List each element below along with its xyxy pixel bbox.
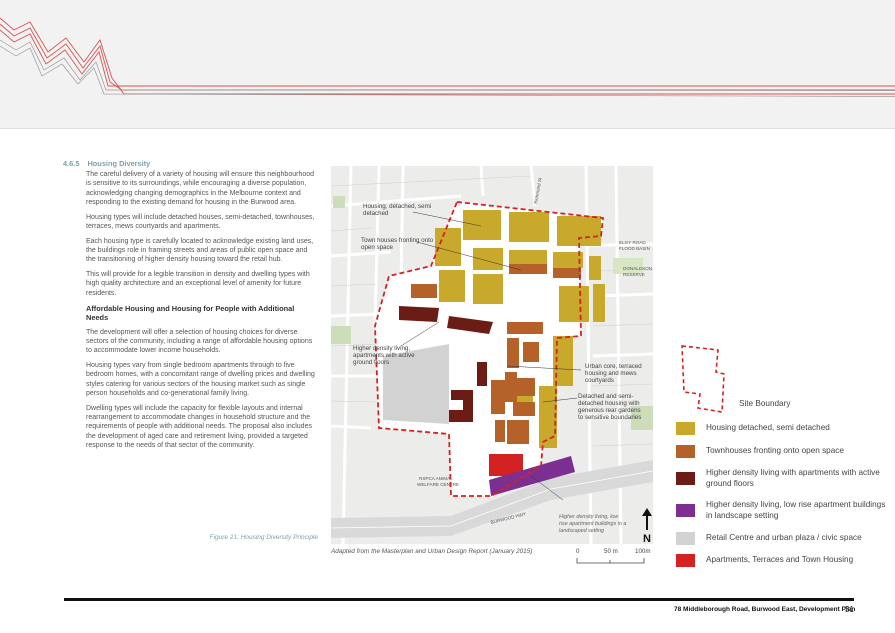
map-label: RSPCA ANIMAL [419,476,453,481]
legend-label: Housing detached, semi detached [706,423,830,433]
map-label: to sensitive boundaries [578,414,641,421]
legend-swatch [676,504,695,517]
legend-swatch [676,445,695,458]
map-label: Higher density living, [353,345,410,352]
map-label: Housing, detached, semi [363,203,431,210]
scale-tick-label: 0 [576,548,580,555]
legend-item: Higher density living with apartments wi… [676,468,886,489]
figure-caption-number: Figure 21: [209,534,239,541]
subheading: Affordable Housing and Housing for Peopl… [86,303,295,322]
figure-caption: Figure 21: Housing Diversity Principle [200,534,318,541]
page-number: 31 [845,605,854,614]
map-label: WELFARE CENTRE [417,482,459,487]
map-label: apartments with active [353,352,415,359]
figure-source: Adapted from the Masterplan and Urban De… [331,548,533,555]
legend-label: Higher density living with apartments wi… [706,468,880,488]
legend-item: Higher density living, low rise apartmen… [676,500,886,521]
paragraph: This will provide for a legible transiti… [86,271,310,297]
section-number: 4.6.5 [63,159,80,168]
map-label: generous rear gardens [578,407,641,414]
map-label: detached housing with [578,400,640,407]
map-label: courtyards [585,377,614,384]
legend-swatch [676,554,695,567]
map-label: DONALDSON [623,266,652,271]
paragraph: The development will offer a selection o… [86,328,313,355]
paragraph: Housing types vary from single bedroom a… [86,362,315,397]
scale-tick-label: 50 m [604,548,618,555]
legend-item: Townhouses fronting onto open space [676,445,886,458]
map-label: ELGY ROAD [619,240,646,245]
header-banner [0,0,895,129]
legend-label: Retail Centre and urban plaza / civic sp… [706,533,862,543]
legend-swatch [676,472,695,485]
map-label: ground floors [353,359,389,366]
legend-label: Apartments, Terraces and Town Housing [706,555,854,565]
legend-item: Housing detached, semi detached [676,422,886,435]
scale-tick-label: 100m [635,548,650,555]
footer-rule [64,598,854,601]
footer-title: 78 Middleborough Road, Burwood East, Dev… [674,606,856,613]
section-title: Housing Diversity [87,159,151,168]
figure-caption-text: Housing Diversity Principle [240,534,318,541]
legend-label: Higher density living, low rise apartmen… [706,500,886,520]
paragraph: The careful delivery of a variety of hou… [86,171,315,206]
map-label: detached [363,210,389,217]
paragraph: Dwelling types will include the capacity… [86,404,312,449]
body-text-column: The careful delivery of a variety of hou… [86,170,318,456]
map-label: housing and mews [585,370,637,377]
map-label: Town houses fronting onto [361,237,434,244]
paragraph: Housing types will include detached hous… [86,213,315,230]
site-boundary-swatch [681,345,725,413]
legend-item: Retail Centre and urban plaza / civic sp… [676,532,886,545]
contour-lines-graphic [0,17,895,97]
map-label: RESERVE [623,272,645,277]
legend-item: Apartments, Terraces and Town Housing [676,554,886,567]
map-label: Urban core, terraced [585,363,642,370]
scale-bar: 0 50 m 100m [576,548,650,564]
map-label: Detached and semi- [578,393,633,400]
site-boundary-label: Site Boundary [739,399,791,408]
map-label: FLOOD BASIN [619,246,650,251]
map-label: open space [361,244,394,251]
legend-label: Townhouses fronting onto open space [706,446,844,456]
paragraph: Each housing type is carefully located t… [86,237,314,264]
legend-swatch [676,422,695,435]
section-heading: 4.6.5 Housing Diversity [63,159,150,168]
site-map: Housing, detached, semi detached Town ho… [331,166,653,544]
legend-swatch [676,532,695,545]
site-map-graphic: Housing, detached, semi detached Town ho… [331,166,653,544]
